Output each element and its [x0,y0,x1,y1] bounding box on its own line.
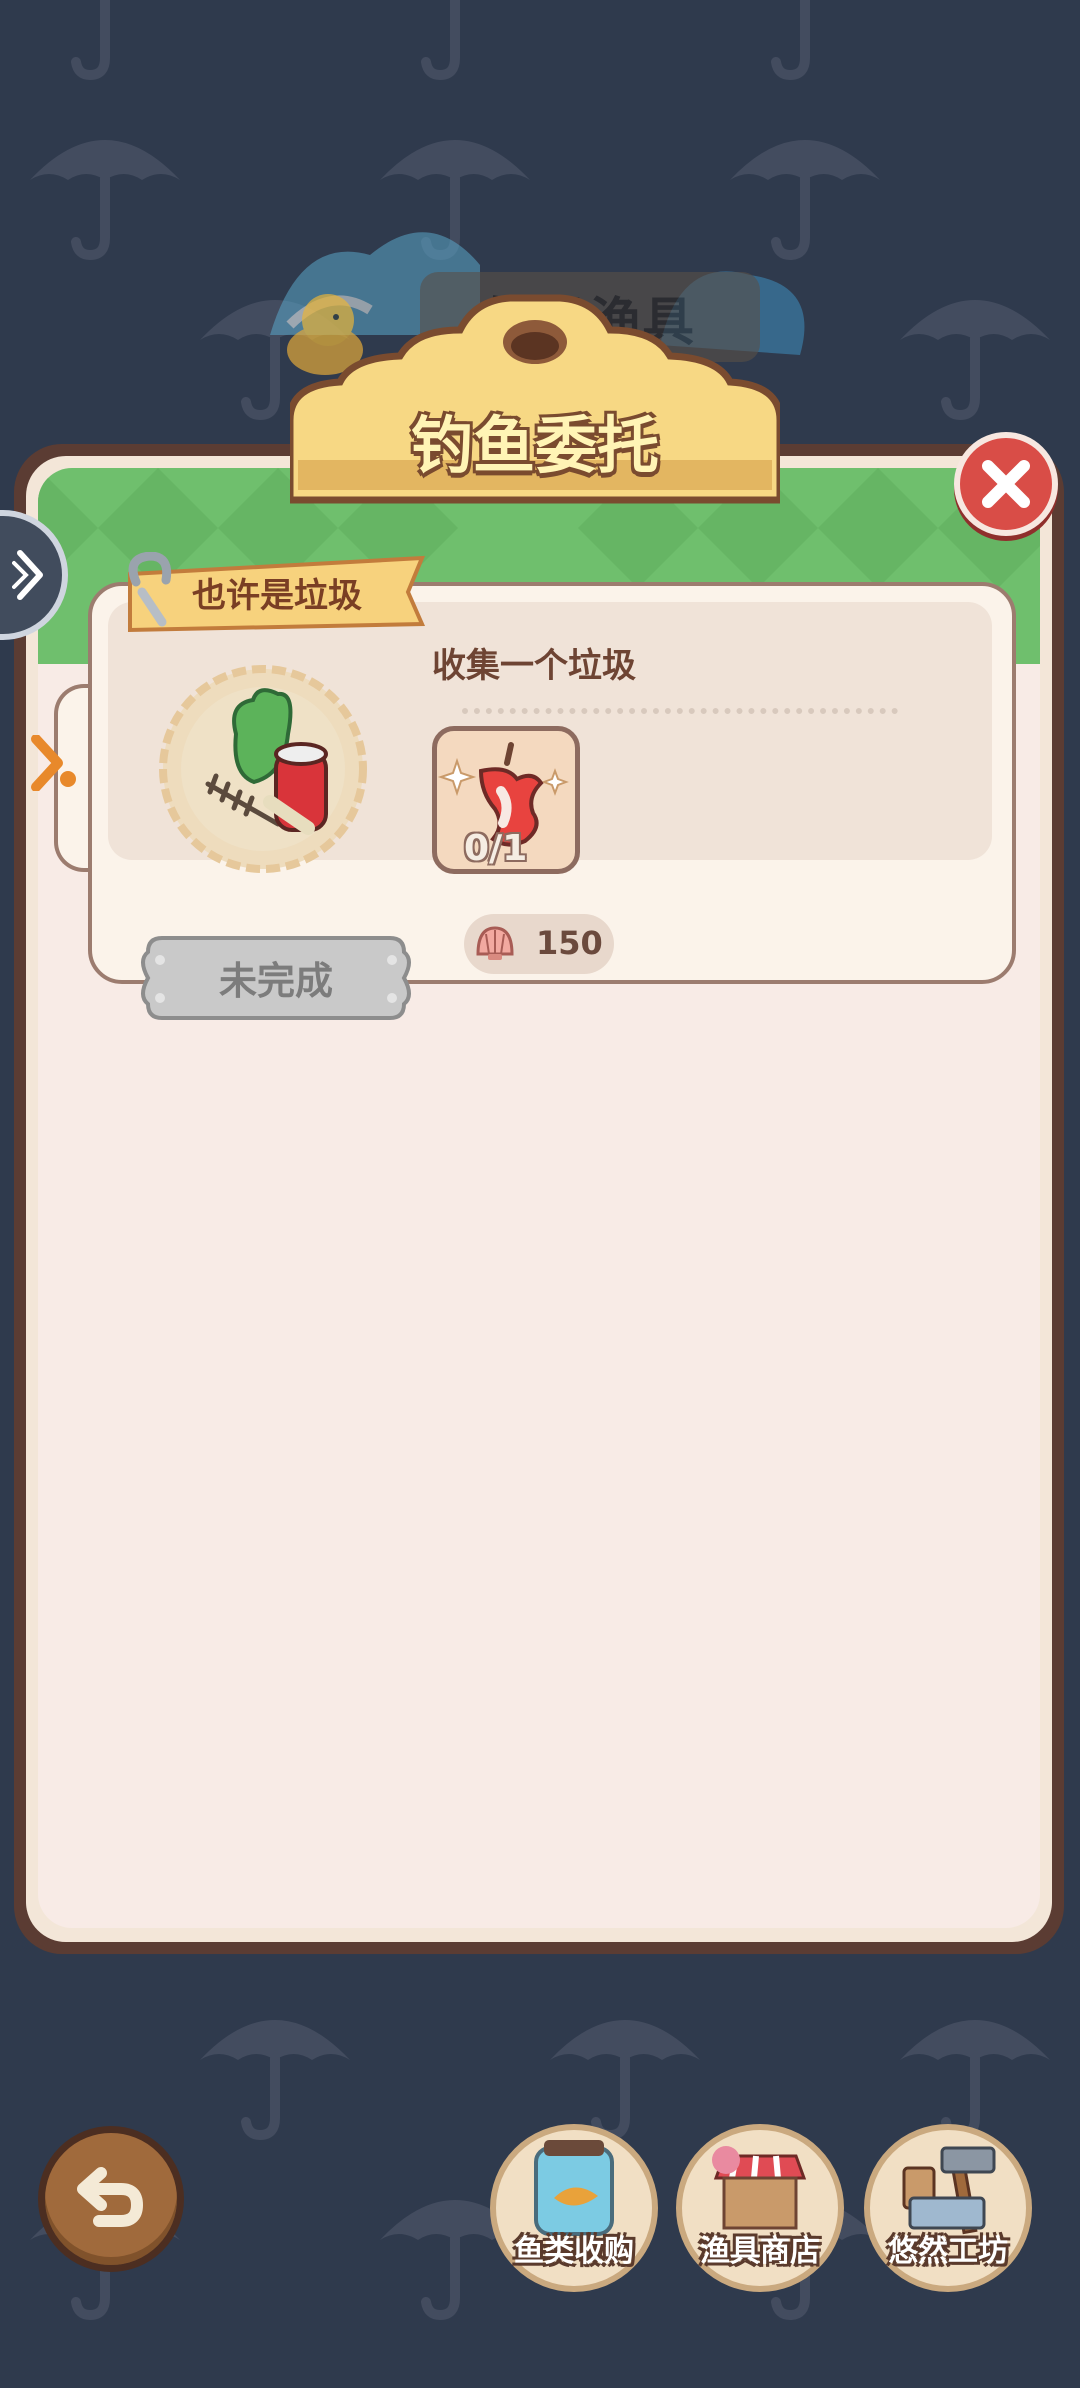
reward-value: 150 [536,924,603,962]
dialog-title: 钓鱼委托 [410,409,659,482]
fish-jar-icon [534,2140,614,2236]
chevron-right-icon [12,550,43,600]
nav-label: 悠然工坊 [888,2234,1008,2269]
item-progress: 0/1 [464,828,528,869]
nav-label: 鱼类收购 [514,2234,634,2269]
close-icon [982,460,1030,508]
divider [462,708,898,714]
shop-icon [712,2146,807,2230]
task-description: 收集一个垃圾 [432,646,636,686]
close-button[interactable] [954,432,1058,536]
nav-workshop-button[interactable]: 悠然工坊 [864,2124,1032,2292]
pointer-arrow-icon [31,735,76,791]
undo-arrow-icon [77,2167,144,2227]
back-button[interactable] [38,2126,184,2272]
nav-tackle-shop-button[interactable]: 渔具商店 [676,2124,844,2292]
shell-icon [476,926,514,960]
task-category-label: 也许是垃圾 [192,576,362,616]
nav-label: 渔具商店 [700,2234,820,2269]
hammer-workshop-icon [902,2146,996,2235]
nav-fish-buying-button[interactable]: 鱼类收购 [490,2124,658,2292]
trash-badge-icon [159,665,367,873]
status-label: 未完成 [218,959,333,1003]
